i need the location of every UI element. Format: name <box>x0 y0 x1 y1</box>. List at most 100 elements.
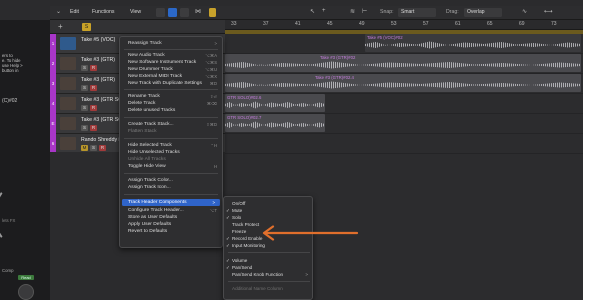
menu-item-new-drummer-track[interactable]: New Drummer Track ⌥⌘U <box>120 66 222 73</box>
screenshot-frame: ers to e. To hide use Help > button in (… <box>0 0 600 300</box>
menu-item-reassign-track[interactable]: Reassign Track > <box>120 40 222 47</box>
region-name-label: (C)#02 <box>2 98 18 104</box>
solo-button[interactable]: S <box>81 125 88 131</box>
track-number: 6 <box>50 134 56 154</box>
ruler-tick: 53 <box>391 21 397 27</box>
edit-menu[interactable]: Edit <box>70 9 79 15</box>
track-controls: MSR <box>81 145 108 151</box>
ruler-tick: 61 <box>455 21 461 27</box>
drag-label: Drag: <box>446 9 459 15</box>
inspector-panel: ers to e. To hide use Help > button in (… <box>0 20 50 300</box>
record-button[interactable]: R <box>90 105 97 111</box>
track-lane: Take #3 (GTR)#02.4 <box>225 74 583 94</box>
menu-item-create-track-stack[interactable]: Create Track Stack... ⇧⌘D <box>120 121 222 128</box>
chevron-down-icon[interactable]: ⌄ <box>56 8 61 15</box>
track-lane: Take #3 (GTR)#02 <box>225 54 583 74</box>
record-button[interactable]: R <box>99 145 106 151</box>
grid-view-button[interactable] <box>156 8 165 17</box>
audio-region[interactable]: GTR SOLO)#02.7 <box>225 114 325 132</box>
track-lane: GTR SOLO)#02.7 <box>225 114 583 134</box>
view-menu[interactable]: View <box>130 9 141 15</box>
menu-item-assign-track-color[interactable]: Assign Track Color... <box>120 177 222 184</box>
submenu-item-volume[interactable]: ✓ Volume <box>224 257 312 264</box>
menu-item-new-software-instrument-track[interactable]: New Software Instrument Track ⌥⌘S <box>120 59 222 66</box>
record-button[interactable]: R <box>90 65 97 71</box>
menu-item-rename-track[interactable]: Rename Track ⇧⏎ <box>120 93 222 100</box>
solo-button[interactable]: S <box>81 65 88 71</box>
menu-item-assign-track-icon[interactable]: Assign Track Icon... <box>120 184 222 191</box>
track-number: E <box>50 114 56 134</box>
submenu-item-additional-name-column[interactable]: Additional Name Column <box>224 285 312 292</box>
zoom-slider-icon[interactable]: ⟷ <box>544 8 553 15</box>
pan-knob[interactable] <box>18 284 34 300</box>
checkmark-icon: ✓ <box>226 215 230 220</box>
ruler-tick: 45 <box>327 21 333 27</box>
fit-icon[interactable]: ⊢ <box>362 8 367 15</box>
menu-item-configure-track-header[interactable]: Configure Track Header... ⌥T <box>120 207 222 214</box>
track-number: 2 <box>50 54 56 74</box>
automation-read-button[interactable]: Read <box>18 275 34 280</box>
submenu-item-on-off[interactable]: On/Off <box>224 200 312 207</box>
track-lane: GTR SOLO)#02.6 <box>225 94 583 114</box>
menu-separator <box>124 117 218 118</box>
pencil-tool-icon[interactable]: + <box>322 8 326 14</box>
track-name[interactable]: Rando Shreddy i <box>81 137 120 143</box>
audio-region[interactable]: Take #3 (GTR)#02 <box>225 54 581 72</box>
audio-region[interactable]: GTR SOLO)#02.6 <box>225 94 325 112</box>
menu-item-delete-track[interactable]: Delete Track ⌘⌫ <box>120 100 222 107</box>
submenu-item-mute[interactable]: ✓ Mute <box>224 207 312 214</box>
audio-region[interactable]: Take #5 (VOC)#02 <box>365 34 581 52</box>
submenu-item-input-monitoring[interactable]: ✓ Input Monitoring <box>224 242 312 249</box>
menu-item-store-user-defaults[interactable]: Store as User Defaults <box>120 214 222 221</box>
input-monitor-button[interactable] <box>209 8 216 17</box>
audio-region[interactable]: Take #3 (GTR)#02.4 <box>225 74 581 92</box>
track-name[interactable]: Take #3 (GTR) <box>81 77 115 83</box>
checkmark-icon: ✓ <box>226 258 230 263</box>
functions-menu[interactable]: Functions <box>92 9 115 15</box>
mute-button[interactable]: M <box>81 145 88 151</box>
submenu-item-pan-send-knob-function[interactable]: Pan/Send Knob Function > <box>224 271 312 278</box>
menu-item-toggle-hide-view[interactable]: Toggle Hide View H <box>120 163 222 170</box>
track-name[interactable]: Take #3 (GTR) <box>81 57 115 63</box>
record-button[interactable]: R <box>90 125 97 131</box>
snap-select[interactable]: Smart <box>398 8 436 17</box>
waveform-zoom-icon[interactable]: ≋ <box>350 8 355 15</box>
ruler-tick: 57 <box>423 21 429 27</box>
global-solo-button[interactable]: S <box>82 23 91 31</box>
checkmark-icon: ✓ <box>226 236 230 241</box>
track-number: 1 <box>50 34 56 54</box>
track-controls: SR <box>81 85 99 91</box>
solo-button[interactable]: S <box>81 85 88 91</box>
menu-item-revert-to-defaults[interactable]: Revert to Defaults <box>120 228 222 235</box>
menu-item-hide-unselected-tracks[interactable]: Hide Unselected Tracks <box>120 149 222 156</box>
menu-separator <box>124 89 218 90</box>
submenu-item-pan-send[interactable]: ✓ Pan/Send <box>224 264 312 271</box>
catch-button[interactable] <box>180 8 189 17</box>
menu-item-apply-user-defaults[interactable]: Apply User Defaults <box>120 221 222 228</box>
flex-icon[interactable]: ⋈ <box>195 8 201 15</box>
track-name[interactable]: Take #5 (VOC) <box>81 37 115 43</box>
track-view-button[interactable] <box>168 8 177 17</box>
menu-separator <box>124 138 218 139</box>
bar-ruler[interactable]: 33 37 41 45 49 53 57 61 65 69 73 <box>225 20 583 30</box>
checkmark-icon: ✓ <box>226 208 230 213</box>
menu-item-hide-selected-track[interactable]: Hide Selected Track ⌃H <box>120 142 222 149</box>
solo-button[interactable]: S <box>81 105 88 111</box>
record-button[interactable]: R <box>90 85 97 91</box>
track-icon <box>60 77 76 90</box>
pointer-tool-icon[interactable]: ↖ <box>310 8 315 15</box>
menu-item-new-track-duplicate[interactable]: New Track with Duplicate Settings ⌘D <box>120 80 222 87</box>
menu-item-new-audio-track[interactable]: New Audio Track ⌥⌘A <box>120 52 222 59</box>
solo-button[interactable]: S <box>90 145 97 151</box>
logic-pro-window: ers to e. To hide use Help > button in (… <box>0 0 583 300</box>
waveform <box>225 81 581 89</box>
tracks-toolbar: ⌄ Edit Functions View ⋈ ↖ + ≋ ⊢ Snap: Sm… <box>50 6 583 20</box>
menu-item-new-external-midi-track[interactable]: New External MIDI Track ⌥⌘X <box>120 73 222 80</box>
submenu-item-solo[interactable]: ✓ Solo <box>224 214 312 221</box>
track-lane: Take #5 (VOC)#02 <box>225 34 583 54</box>
drag-select[interactable]: Overlap <box>464 8 502 17</box>
waveform-icon[interactable]: ∿ <box>522 8 527 15</box>
menu-item-delete-unused-tracks[interactable]: Delete unused Tracks <box>120 107 222 114</box>
menu-item-track-header-components[interactable]: Track Header Components > <box>122 199 220 206</box>
add-track-icon[interactable]: + <box>58 23 63 31</box>
